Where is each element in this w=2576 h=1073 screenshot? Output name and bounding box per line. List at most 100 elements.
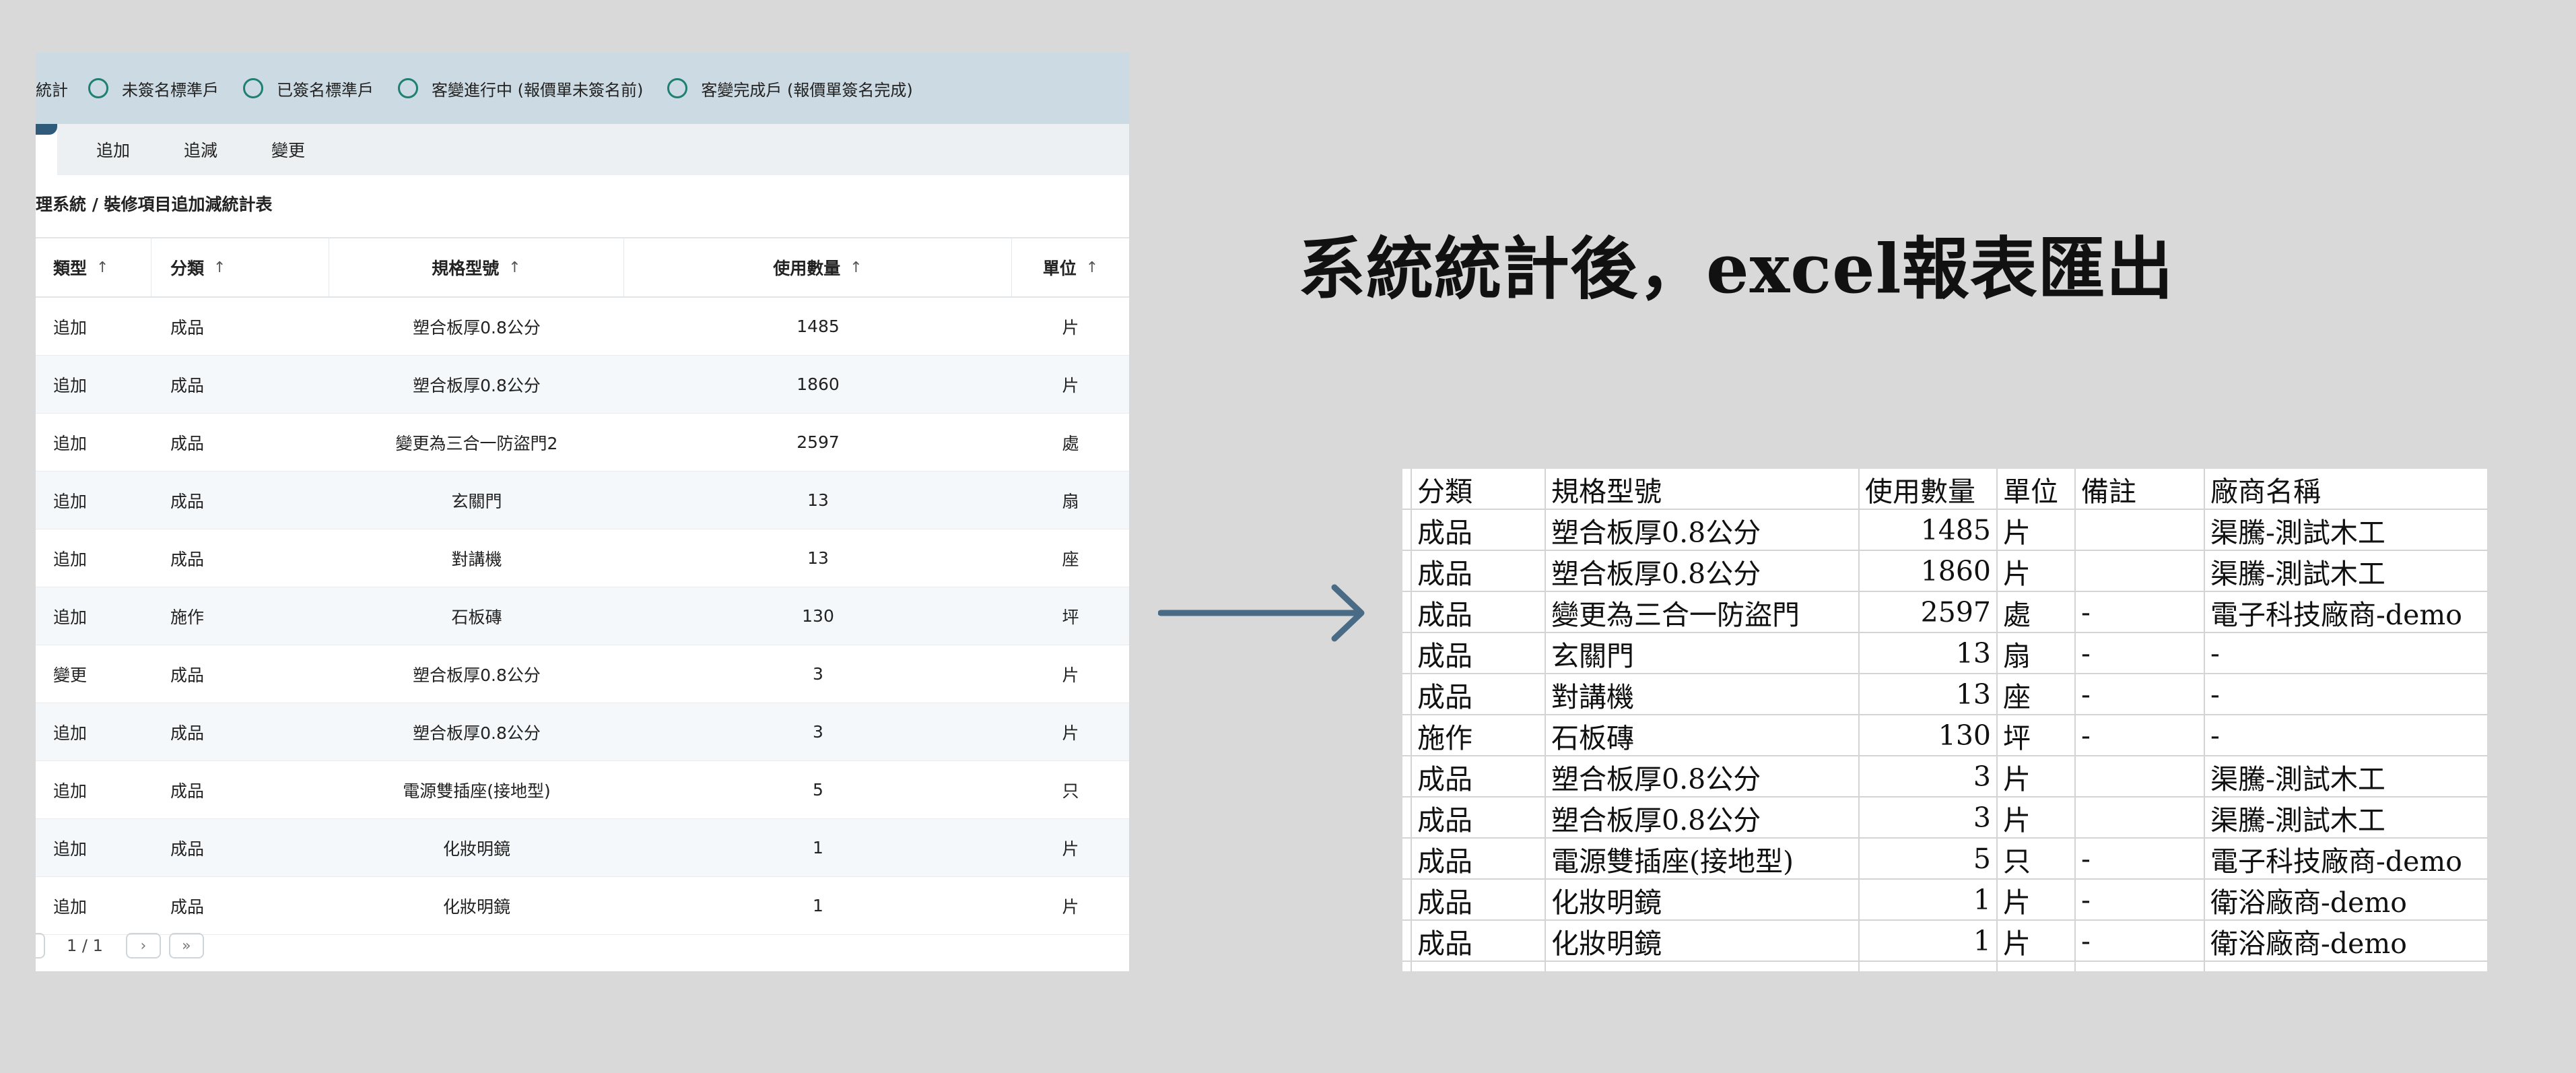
cell-category: 成品: [170, 491, 205, 511]
arrow-right-icon: [1158, 584, 1365, 642]
header-type[interactable]: 類型 ↑: [36, 238, 151, 296]
excel-cell: 片: [1998, 756, 2076, 796]
cell-spec: 塑合板厚0.8公分: [413, 317, 541, 337]
radio-change-in-progress[interactable]: 客變進行中 (報價單未簽名前): [398, 77, 643, 100]
excel-cell: 變更為三合一防盜門: [1546, 592, 1860, 632]
tabs: 追加 追減 變更: [96, 124, 359, 175]
table-row[interactable]: 追加 成品 電源雙插座(接地型) 5 只: [36, 761, 1129, 819]
cell-unit: 片: [1062, 665, 1079, 685]
sort-asc-icon[interactable]: ↑: [1086, 259, 1098, 276]
excel-cell: 成品: [1412, 674, 1546, 714]
tab-reduce[interactable]: 追減: [184, 137, 217, 162]
cell-category: 成品: [170, 433, 205, 453]
table-row[interactable]: 追加 成品 變更為三合一防盜門2 2597 處: [36, 414, 1129, 472]
excel-cell: 片: [1998, 510, 2076, 550]
excel-cell: 5: [1860, 839, 1998, 878]
header-category-label: 分類: [170, 259, 205, 278]
cell-spec: 玄關門: [451, 491, 502, 511]
excel-cell: -: [2210, 719, 2220, 752]
excel-cell: 片: [1998, 551, 2076, 591]
radio-label: 已簽名標準戶: [277, 80, 374, 100]
sort-asc-icon[interactable]: ↑: [213, 259, 226, 276]
excel-cell: [1402, 962, 1412, 971]
radio-circle-icon[interactable]: [398, 78, 418, 98]
cell-type: 變更: [53, 665, 88, 685]
radio-change-completed[interactable]: 客變完成戶 (報價單簽名完成): [667, 77, 913, 100]
excel-row-gutter: [1402, 756, 1412, 796]
excel-cell: -: [2076, 880, 2205, 919]
excel-cell: 化妝明鏡: [1546, 921, 1860, 961]
cell-category: 施作: [170, 607, 205, 627]
table-row[interactable]: 追加 施作 石板磚 130 坪: [36, 587, 1129, 645]
prev-page-button[interactable]: [36, 933, 45, 958]
excel-sheet: 分類 規格型號 使用數量 單位 備註 廠商名稱 成品 塑合板厚0.8公分 1485 片…: [1402, 469, 2487, 971]
radio-signed-standard[interactable]: 已簽名標準戶: [243, 77, 374, 100]
active-tab-stub[interactable]: [36, 124, 57, 175]
header-spec[interactable]: 規格型號 ↑: [329, 238, 624, 296]
table-row[interactable]: 追加 成品 塑合板厚0.8公分 1485 片: [36, 298, 1129, 356]
excel-cell: 渠騰-測試木工: [2210, 804, 2385, 837]
cell-spec: 對講機: [451, 549, 502, 569]
cell-unit: 扇: [1062, 491, 1079, 511]
table-header: 類型 ↑ 分類 ↑ 規格型號 ↑ 使用數量 ↑ 單位 ↑: [36, 237, 1129, 298]
radio-circle-icon[interactable]: [88, 78, 108, 98]
tab-indicator: [36, 124, 57, 135]
excel-cell: 3: [1860, 798, 1998, 837]
cell-unit: 片: [1062, 375, 1079, 395]
excel-cell: [2076, 551, 2205, 591]
excel-cell: 130: [1860, 715, 1998, 755]
cell-qty: 2597: [796, 432, 840, 452]
cell-type: 追加: [53, 839, 88, 859]
radio-circle-icon[interactable]: [667, 78, 688, 98]
excel-cell: 衛浴廠商-demo: [2210, 886, 2407, 919]
excel-row: 成品 塑合板厚0.8公分 3 片 渠騰-測試木工: [1402, 756, 2487, 798]
last-page-button[interactable]: »: [168, 933, 204, 958]
cell-spec: 塑合板厚0.8公分: [413, 665, 541, 685]
cell-unit: 只: [1062, 781, 1079, 801]
excel-cell: 座: [1998, 674, 2076, 714]
stats-table: 類型 ↑ 分類 ↑ 規格型號 ↑ 使用數量 ↑ 單位 ↑ 追加 成品 塑合板厚0.8…: [36, 237, 1129, 935]
excel-cell: [1546, 962, 1860, 971]
excel-cell: 片: [1998, 798, 2076, 837]
excel-cell: 電源雙插座(接地型): [1546, 839, 1860, 878]
sort-asc-icon[interactable]: ↑: [96, 259, 108, 276]
excel-cell: 塑合板厚0.8公分: [1546, 756, 1860, 796]
excel-row: 成品 電源雙插座(接地型) 5 只 - 電子科技廠商-demo: [1402, 839, 2487, 880]
table-row[interactable]: 追加 成品 化妝明鏡 1 片: [36, 877, 1129, 935]
tab-change[interactable]: 變更: [271, 137, 305, 162]
cell-type: 追加: [53, 433, 88, 453]
tab-bar: 追加 追減 變更: [36, 124, 1129, 175]
excel-row-gutter: [1402, 674, 1412, 714]
excel-cell: 1485: [1860, 510, 1998, 550]
cell-spec: 塑合板厚0.8公分: [413, 723, 541, 743]
table-row[interactable]: 追加 成品 塑合板厚0.8公分 1860 片: [36, 356, 1129, 414]
radio-label: 未簽名標準戶: [122, 80, 219, 100]
excel-header-cell: 廠商名稱: [2210, 475, 2321, 508]
excel-cell: 片: [1998, 880, 2076, 919]
radio-unsigned-standard[interactable]: 未簽名標準戶: [88, 77, 219, 100]
table-row[interactable]: 追加 成品 塑合板厚0.8公分 3 片: [36, 703, 1129, 761]
next-page-button[interactable]: ›: [125, 933, 161, 958]
excel-cell: 塑合板厚0.8公分: [1546, 551, 1860, 591]
excel-header-cell: 備註: [2076, 469, 2205, 509]
sort-asc-icon[interactable]: ↑: [508, 259, 520, 276]
cell-unit: 片: [1062, 839, 1079, 859]
cell-spec: 石板磚: [451, 607, 502, 627]
table-row[interactable]: 追加 成品 玄關門 13 扇: [36, 472, 1129, 529]
excel-row: [1402, 962, 2487, 971]
excel-cell: -: [2076, 921, 2205, 961]
cell-qty: 1: [813, 838, 823, 857]
header-qty[interactable]: 使用數量 ↑: [624, 238, 1012, 296]
excel-cell: 成品: [1412, 839, 1546, 878]
excel-cell: 塑合板厚0.8公分: [1546, 510, 1860, 550]
cell-unit: 片: [1062, 317, 1079, 337]
tab-add[interactable]: 追加: [96, 137, 130, 162]
table-row[interactable]: 追加 成品 化妝明鏡 1 片: [36, 819, 1129, 877]
header-unit[interactable]: 單位 ↑: [1012, 238, 1129, 296]
radio-circle-icon[interactable]: [243, 78, 263, 98]
table-row[interactable]: 追加 成品 對講機 13 座: [36, 529, 1129, 587]
header-category[interactable]: 分類 ↑: [151, 238, 329, 296]
table-row[interactable]: 變更 成品 塑合板厚0.8公分 3 片: [36, 645, 1129, 703]
sort-asc-icon[interactable]: ↑: [850, 259, 862, 276]
excel-cell: -: [2076, 592, 2205, 632]
